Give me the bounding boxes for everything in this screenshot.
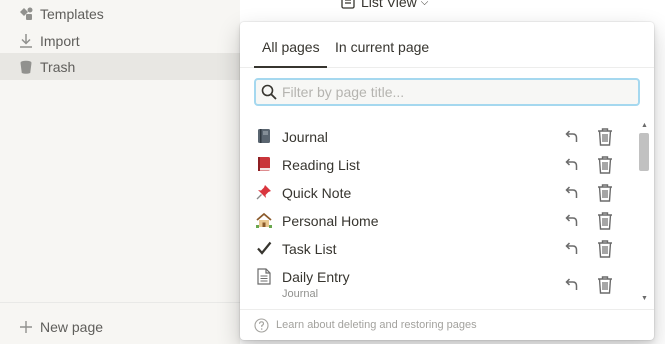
sidebar-item-label: Import — [40, 32, 80, 49]
download-icon — [16, 31, 36, 51]
restore-icon[interactable] — [562, 276, 580, 294]
scroll-thumb[interactable] — [639, 133, 649, 171]
sidebar-item-label: Templates — [40, 5, 104, 22]
restore-icon[interactable] — [562, 184, 580, 202]
templates-icon — [16, 4, 36, 24]
trash-popup: All pages In current page Journal — [240, 22, 654, 340]
page-parent-path: Journal — [282, 288, 319, 300]
page-title: Daily Entry — [282, 269, 350, 285]
delete-permanently-icon[interactable] — [596, 275, 614, 295]
search-input[interactable] — [282, 84, 622, 100]
sidebar-item-label: New page — [40, 318, 104, 335]
house-icon — [255, 211, 273, 229]
help-footer[interactable]: Learn about deleting and restoring pages — [240, 309, 654, 340]
restore-icon[interactable] — [562, 156, 580, 174]
plus-icon — [16, 317, 36, 337]
page-title: Reading List — [282, 157, 360, 173]
view-label: List View — [361, 0, 417, 10]
delete-permanently-icon[interactable] — [596, 183, 614, 203]
tab-in-current-page[interactable]: In current page — [335, 39, 429, 55]
restore-icon[interactable] — [562, 212, 580, 230]
tab-bar: All pages In current page — [240, 22, 654, 68]
tab-all-pages[interactable]: All pages — [262, 39, 320, 55]
sidebar-item-trash[interactable]: Trash — [0, 53, 240, 80]
list-scrollbar[interactable]: ▲ ▼ — [638, 122, 650, 308]
chevron-down-icon: ⌵ — [420, 0, 429, 8]
sidebar: Templates Import Trash New page — [0, 0, 240, 344]
list-item[interactable]: Daily Entry Journal — [240, 262, 638, 306]
page-title: Task List — [282, 241, 337, 257]
search-box — [254, 78, 640, 106]
delete-permanently-icon[interactable] — [596, 127, 614, 147]
delete-permanently-icon[interactable] — [596, 239, 614, 259]
trash-bin-icon — [16, 57, 36, 77]
list-item[interactable]: Quick Note — [240, 178, 638, 206]
checkmark-icon — [255, 239, 273, 257]
trash-list: Journal Reading List Quick Note Personal… — [240, 122, 654, 308]
page-icon — [255, 267, 273, 285]
scroll-up-arrow-icon[interactable]: ▲ — [641, 122, 648, 129]
search-icon — [260, 83, 278, 101]
restore-icon[interactable] — [562, 128, 580, 146]
new-page-button[interactable]: New page — [0, 313, 240, 340]
list-item[interactable]: Task List — [240, 234, 638, 262]
pushpin-icon — [255, 183, 273, 201]
sidebar-item-import[interactable]: Import — [0, 27, 240, 54]
active-tab-indicator — [254, 66, 327, 68]
delete-permanently-icon[interactable] — [596, 155, 614, 175]
list-view-icon — [341, 0, 355, 9]
sidebar-divider — [0, 302, 240, 303]
restore-icon[interactable] — [562, 240, 580, 258]
page-title: Quick Note — [282, 185, 352, 201]
red-book-icon — [255, 155, 273, 173]
sidebar-item-templates[interactable]: Templates — [0, 0, 240, 27]
help-circle-icon — [254, 317, 269, 333]
delete-permanently-icon[interactable] — [596, 211, 614, 231]
list-item[interactable]: Journal — [240, 122, 638, 150]
list-item[interactable]: Personal Home — [240, 206, 638, 234]
notebook-icon — [255, 127, 273, 145]
sidebar-item-label: Trash — [40, 58, 76, 75]
view-switcher[interactable]: List View ⌵ — [341, 0, 428, 10]
list-item[interactable]: Reading List — [240, 150, 638, 178]
page-title: Personal Home — [282, 213, 379, 229]
page-title: Journal — [282, 129, 328, 145]
scroll-down-arrow-icon[interactable]: ▼ — [641, 295, 648, 302]
help-link: Learn about deleting and restoring pages — [276, 319, 477, 331]
